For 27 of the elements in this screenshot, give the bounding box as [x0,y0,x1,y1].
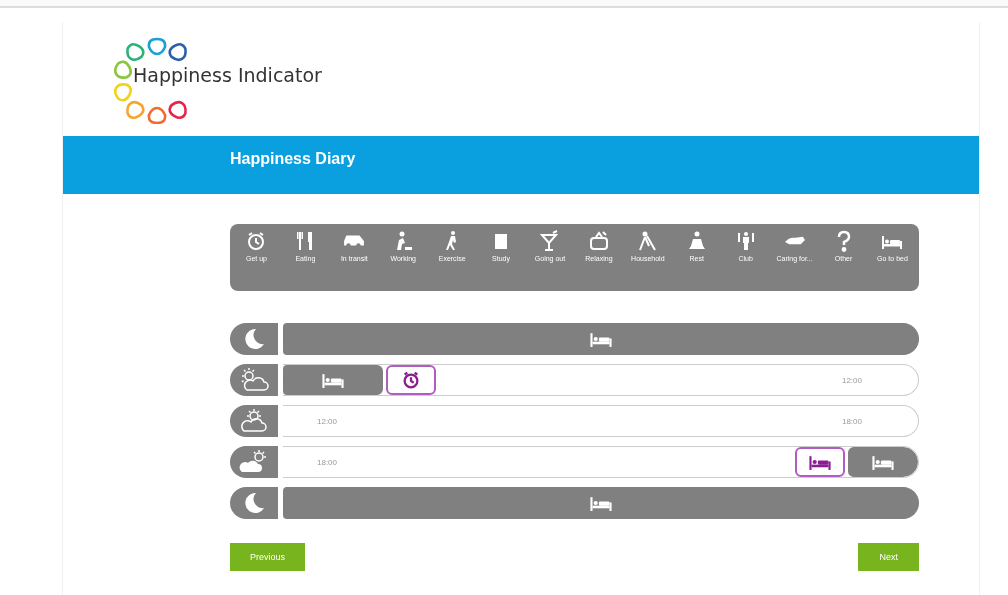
next-button[interactable]: Next [858,543,919,571]
evening-icon [230,446,278,478]
sweeper-icon [636,230,659,252]
sleep-block[interactable] [848,447,918,477]
go-to-bed-marker[interactable] [795,447,845,477]
night-icon [230,487,278,519]
end-time: 12:00 [841,375,862,385]
wake-up-marker[interactable] [386,365,436,395]
sleep-block[interactable] [283,365,383,395]
night-icon [230,323,278,355]
morning-icon [230,364,278,396]
page-title: Happiness Diary [230,150,356,168]
timeline-track[interactable]: 18:00 [283,446,919,478]
cocktail-icon [539,230,561,252]
alarm-clock-icon [401,370,421,390]
tv-icon [587,230,610,252]
bed-icon [871,453,895,471]
afternoon-icon [230,405,278,437]
bed-icon [588,330,613,348]
start-time: 18:00 [317,457,338,467]
start-time: 12:00 [317,416,338,426]
end-time: 18:00 [841,416,862,426]
bed-icon [321,371,345,389]
logo-text: Happiness Indicator [133,64,322,86]
bed-icon [808,453,832,471]
previous-button[interactable]: Previous [230,543,305,571]
bed-icon [588,494,613,512]
